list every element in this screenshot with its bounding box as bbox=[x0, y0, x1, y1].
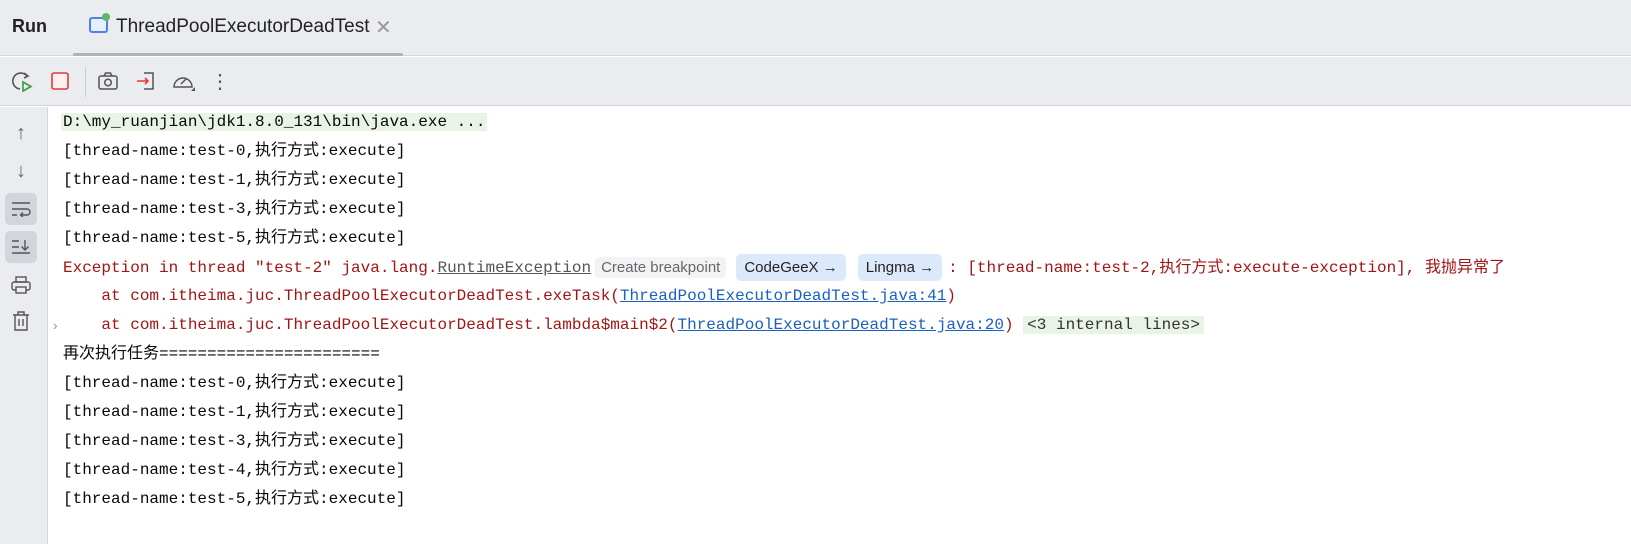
trace-text: at com.itheima.juc.ThreadPoolExecutorDea… bbox=[63, 316, 678, 334]
output-line: [thread-name:test-3,执行方式:execute] bbox=[63, 432, 406, 450]
output-line: [thread-name:test-0,执行方式:execute] bbox=[63, 374, 406, 392]
output-line: 再次执行任务======================= bbox=[63, 345, 380, 363]
stack-trace-line: at com.itheima.juc.ThreadPoolExecutorDea… bbox=[63, 311, 1204, 340]
scroll-up-icon[interactable]: ↑ bbox=[5, 117, 37, 149]
run-title: Run bbox=[12, 16, 47, 36]
soft-wrap-icon[interactable] bbox=[5, 193, 37, 225]
trash-icon[interactable] bbox=[5, 305, 37, 337]
trace-text: at com.itheima.juc.ThreadPoolExecutorDea… bbox=[63, 287, 620, 305]
console-sidebar: ↑ ↓ bbox=[0, 107, 48, 544]
console-output[interactable]: › D:\my_ruanjian\jdk1.8.0_131\bin\java.e… bbox=[49, 107, 1631, 544]
stack-trace-line: at com.itheima.juc.ThreadPoolExecutorDea… bbox=[63, 282, 956, 311]
profiler-gauge-icon[interactable] bbox=[171, 69, 195, 93]
fold-chevron-icon[interactable]: › bbox=[51, 319, 59, 335]
import-login-icon[interactable] bbox=[134, 69, 158, 93]
trace-suffix: ) bbox=[1003, 316, 1014, 334]
tab-threadpoolexecutordeadtest[interactable]: ThreadPoolExecutorDeadTest ✕ bbox=[73, 0, 403, 56]
trace-suffix: ) bbox=[946, 287, 956, 305]
print-icon[interactable] bbox=[5, 269, 37, 301]
output-line: [thread-name:test-5,执行方式:execute] bbox=[63, 229, 406, 247]
exception-prefix: Exception in thread "test-2" java.lang. bbox=[63, 259, 438, 277]
exception-line: Exception in thread "test-2" java.lang.R… bbox=[63, 253, 1505, 282]
exception-class-link[interactable]: RuntimeException bbox=[437, 259, 591, 277]
stop-icon[interactable] bbox=[48, 69, 72, 93]
toolbar-divider bbox=[85, 67, 86, 97]
output-line: [thread-name:test-5,执行方式:execute] bbox=[63, 490, 406, 508]
camera-icon[interactable] bbox=[96, 69, 120, 93]
tab-label: ThreadPoolExecutorDeadTest bbox=[116, 16, 370, 37]
rerun-icon[interactable] bbox=[10, 69, 34, 93]
output-line: [thread-name:test-0,执行方式:execute] bbox=[63, 142, 406, 160]
more-options-icon[interactable]: ⋮ bbox=[208, 69, 232, 93]
scroll-to-end-icon[interactable] bbox=[5, 231, 37, 263]
scroll-down-icon[interactable]: ↓ bbox=[5, 155, 37, 187]
internal-lines-fold[interactable]: <3 internal lines> bbox=[1023, 316, 1204, 334]
output-line: [thread-name:test-1,执行方式:execute] bbox=[63, 403, 406, 421]
close-tab-icon[interactable]: ✕ bbox=[375, 15, 392, 40]
output-line: [thread-name:test-3,执行方式:execute] bbox=[63, 200, 406, 218]
source-link[interactable]: ThreadPoolExecutorDeadTest.java:20 bbox=[678, 316, 1004, 334]
create-breakpoint-button[interactable]: Create breakpoint bbox=[595, 257, 727, 278]
exception-message: : [thread-name:test-2,执行方式:execute-excep… bbox=[948, 259, 1505, 277]
run-header: Run ThreadPoolExecutorDeadTest ✕ bbox=[0, 0, 1631, 56]
lingma-button[interactable]: Lingma → bbox=[857, 254, 943, 281]
source-link[interactable]: ThreadPoolExecutorDeadTest.java:41 bbox=[620, 287, 946, 305]
codegeex-button[interactable]: CodeGeeX → bbox=[736, 254, 846, 281]
java-command: D:\my_ruanjian\jdk1.8.0_131\bin\java.exe… bbox=[61, 113, 488, 131]
running-indicator-icon bbox=[102, 13, 110, 21]
tab-underline bbox=[73, 53, 403, 56]
run-toolbar: ⋮ bbox=[0, 57, 1631, 106]
output-line: [thread-name:test-1,执行方式:execute] bbox=[63, 171, 406, 189]
output-line: [thread-name:test-4,执行方式:execute] bbox=[63, 461, 406, 479]
